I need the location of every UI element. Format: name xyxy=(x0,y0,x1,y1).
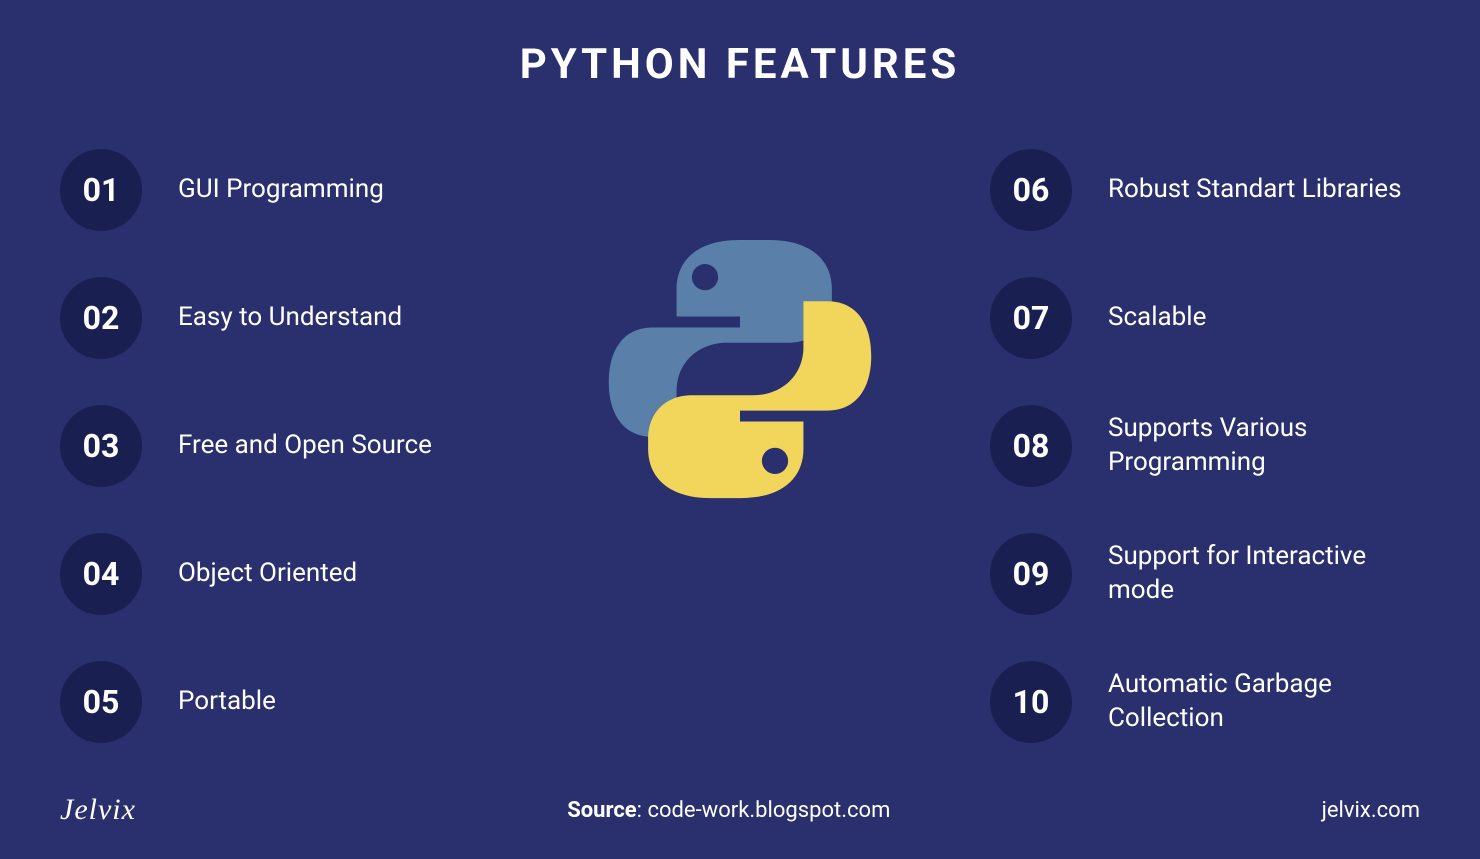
feature-label: Support for Interactive mode xyxy=(1108,540,1420,608)
feature-number: 10 xyxy=(990,661,1072,743)
feature-number: 04 xyxy=(60,533,142,615)
feature-label: GUI Programming xyxy=(178,173,384,207)
feature-label: Easy to Understand xyxy=(178,301,402,335)
feature-label: Object Oriented xyxy=(178,557,357,591)
features-container: 01 GUI Programming 02 Easy to Understand… xyxy=(0,89,1480,743)
feature-item: 03 Free and Open Source xyxy=(60,405,490,487)
feature-item: 09 Support for Interactive mode xyxy=(990,533,1420,615)
feature-number: 09 xyxy=(990,533,1072,615)
feature-item: 08 Supports Various Programming xyxy=(990,405,1420,487)
feature-label: Free and Open Source xyxy=(178,429,432,463)
left-column: 01 GUI Programming 02 Easy to Understand… xyxy=(60,149,490,743)
feature-item: 07 Scalable xyxy=(990,277,1420,359)
feature-label: Robust Standart Libraries xyxy=(1108,173,1402,207)
source-label: Source xyxy=(567,798,636,823)
footer: Jelvix Source: code-work.blogspot.com je… xyxy=(0,793,1480,827)
python-logo-container xyxy=(490,149,990,509)
site-url: jelvix.com xyxy=(1322,798,1420,823)
python-logo-icon xyxy=(600,229,880,509)
feature-item: 01 GUI Programming xyxy=(60,149,490,231)
feature-item: 02 Easy to Understand xyxy=(60,277,490,359)
right-column: 06 Robust Standart Libraries 07 Scalable… xyxy=(990,149,1420,743)
feature-number: 01 xyxy=(60,149,142,231)
feature-number: 03 xyxy=(60,405,142,487)
feature-item: 06 Robust Standart Libraries xyxy=(990,149,1420,231)
feature-number: 07 xyxy=(990,277,1072,359)
feature-number: 05 xyxy=(60,661,142,743)
feature-item: 05 Portable xyxy=(60,661,490,743)
feature-label: Portable xyxy=(178,685,276,719)
brand-logo: Jelvix xyxy=(60,793,136,827)
feature-number: 08 xyxy=(990,405,1072,487)
page-title: PYTHON FEATURES xyxy=(0,0,1480,89)
feature-item: 10 Automatic Garbage Collection xyxy=(990,661,1420,743)
feature-label: Automatic Garbage Collection xyxy=(1108,668,1420,736)
feature-label: Scalable xyxy=(1108,301,1206,335)
source-attribution: Source: code-work.blogspot.com xyxy=(567,798,890,823)
feature-number: 06 xyxy=(990,149,1072,231)
feature-number: 02 xyxy=(60,277,142,359)
source-text: : code-work.blogspot.com xyxy=(637,798,891,823)
feature-item: 04 Object Oriented xyxy=(60,533,490,615)
feature-label: Supports Various Programming xyxy=(1108,412,1420,480)
